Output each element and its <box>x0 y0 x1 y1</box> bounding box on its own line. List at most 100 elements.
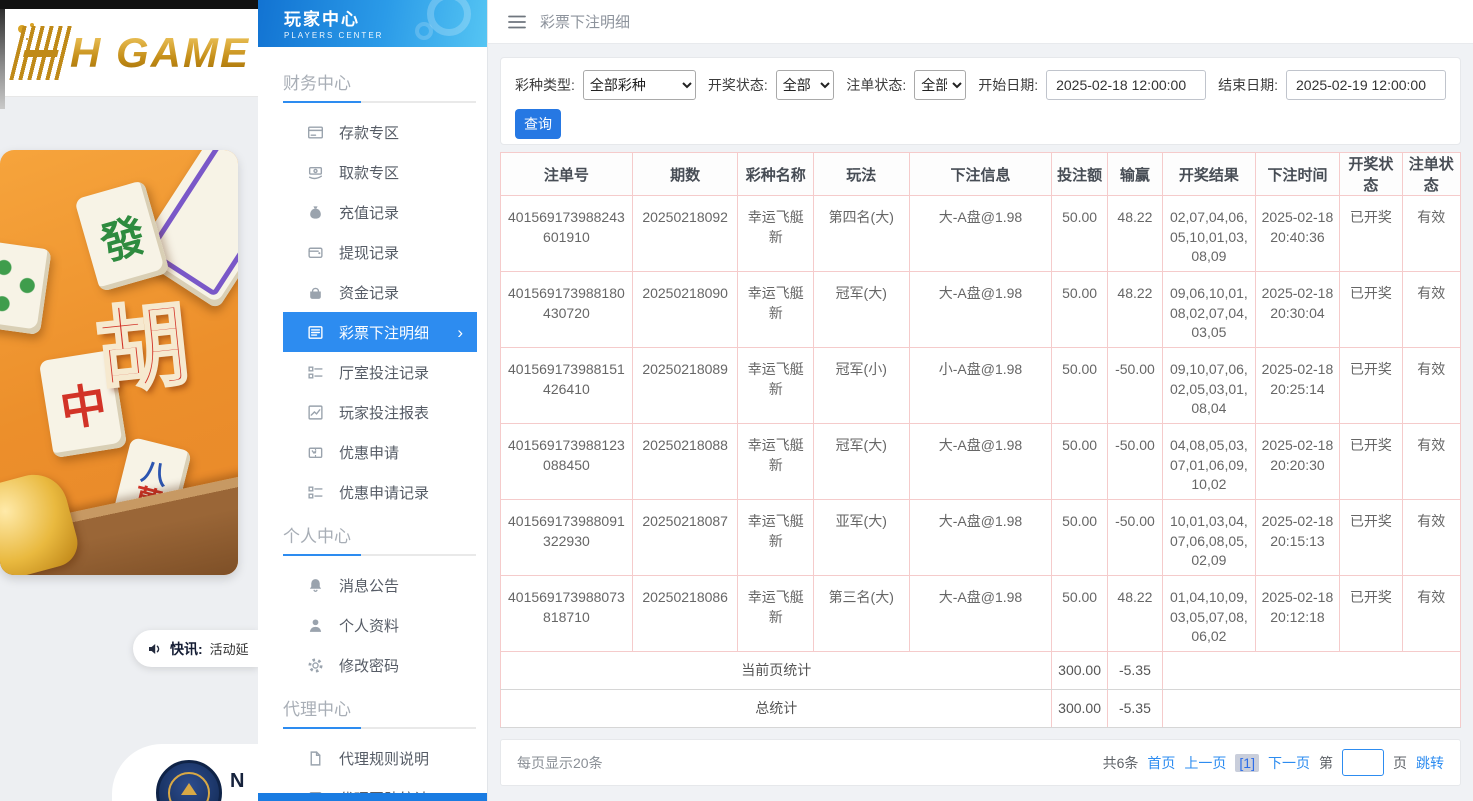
table-cell: -50.00 <box>1107 424 1162 500</box>
jump-prefix: 第 <box>1319 753 1333 773</box>
sidebar-item[interactable]: 存款专区 <box>283 112 477 152</box>
user-icon <box>307 617 324 634</box>
lottery-type-label: 彩种类型: <box>515 75 575 95</box>
site-logo-band: H GAME <box>0 9 258 97</box>
bottom-card: N <box>112 744 258 801</box>
table-cell: 大-A盘@1.98 <box>909 424 1052 500</box>
sidebar-bottom-strip <box>258 793 487 801</box>
column-header: 彩种名称 <box>738 153 813 196</box>
next-page-link[interactable]: 下一页 <box>1268 753 1310 773</box>
table-cell: 401569173988091322930 <box>501 500 633 576</box>
table-cell: 有效 <box>1402 272 1460 348</box>
sidebar-item[interactable]: 个人资料 <box>283 605 477 645</box>
gold-ornament <box>0 467 83 575</box>
table-cell: 2025-02-18 20:40:36 <box>1255 196 1340 272</box>
sidebar-item-label: 代理规则说明 <box>339 748 429 769</box>
end-date-input[interactable] <box>1286 70 1446 100</box>
table-cell: 401569173988151426410 <box>501 348 633 424</box>
current-page[interactable]: [1] <box>1235 754 1259 772</box>
table-cell: 大-A盘@1.98 <box>909 500 1052 576</box>
table-cell: 亚军(大) <box>813 500 909 576</box>
table-cell: 幸运飞艇新 <box>738 348 813 424</box>
table-cell: 20250218088 <box>632 424 738 500</box>
club-logo <box>156 760 222 801</box>
table-cell: 大-A盘@1.98 <box>909 272 1052 348</box>
total-count: 共6条 <box>1103 753 1139 773</box>
table-cell: 2025-02-18 20:12:18 <box>1255 576 1340 652</box>
chevron-right-icon: › <box>457 324 463 341</box>
first-page-link[interactable]: 首页 <box>1147 753 1175 773</box>
table-cell: 小-A盘@1.98 <box>909 348 1052 424</box>
table-cell: 50.00 <box>1052 348 1107 424</box>
deposit-icon <box>307 124 324 141</box>
table-cell: -50.00 <box>1107 500 1162 576</box>
column-header: 下注信息 <box>909 153 1052 196</box>
section-divider <box>283 554 476 556</box>
prev-page-link[interactable]: 上一页 <box>1184 753 1226 773</box>
pagination-bar: 每页显示20条 共6条 首页 上一页 [1] 下一页 第 页 跳转 <box>500 739 1461 786</box>
order-status-select[interactable]: 全部 <box>914 70 966 100</box>
column-header: 下注时间 <box>1255 153 1340 196</box>
hh-game-logo[interactable]: H GAME <box>10 26 250 80</box>
sidebar-item[interactable]: 优惠申请记录 <box>283 472 477 512</box>
promo-apply-icon <box>307 444 324 461</box>
table-cell: 2025-02-18 20:20:30 <box>1255 424 1340 500</box>
sidebar-item[interactable]: 消息公告 <box>283 565 477 605</box>
section-divider <box>283 727 476 729</box>
draw-status-select[interactable]: 全部 <box>776 70 835 100</box>
table-cell: 50.00 <box>1052 500 1107 576</box>
bell-icon <box>307 577 324 594</box>
table-cell: 50.00 <box>1052 576 1107 652</box>
start-date-input[interactable] <box>1046 70 1206 100</box>
sidebar-item-label: 消息公告 <box>339 575 399 596</box>
tile-char: 發 <box>92 199 152 273</box>
table-cell: 大-A盘@1.98 <box>909 196 1052 272</box>
table-cell: 有效 <box>1402 348 1460 424</box>
summary-row: 总统计300.00-5.35 <box>501 690 1461 728</box>
sidebar-item-label: 存款专区 <box>339 122 399 143</box>
bets-table: 注单号期数彩种名称玩法下注信息投注额输赢开奖结果下注时间开奖状态注单状态 401… <box>500 152 1461 728</box>
column-header: 输赢 <box>1107 153 1162 196</box>
sidebar-item[interactable]: 彩票下注明细› <box>283 312 477 352</box>
table-row: 40156917398807381871020250218086幸运飞艇新第三名… <box>501 576 1461 652</box>
logo-h-bars-icon <box>9 26 74 80</box>
summary-bet-total: 300.00 <box>1052 652 1107 690</box>
summary-label: 总统计 <box>501 690 1052 728</box>
page-jump-input[interactable] <box>1342 749 1384 776</box>
sidebar-item[interactable]: 玩家投注报表 <box>283 392 477 432</box>
site-left-edge <box>0 9 5 109</box>
table-cell: 401569173988123088450 <box>501 424 633 500</box>
sidebar-item[interactable]: 提现记录 <box>283 232 477 272</box>
page-size-text: 每页显示20条 <box>517 753 603 773</box>
table-cell: 已开奖 <box>1340 576 1402 652</box>
table-cell: 已开奖 <box>1340 500 1402 576</box>
table-cell: 02,07,04,06,05,10,01,03,08,09 <box>1163 196 1256 272</box>
lottery-detail-icon <box>307 324 324 341</box>
funds-record-icon <box>307 284 324 301</box>
sidebar-item[interactable]: 代理规则说明 <box>283 738 477 778</box>
sidebar-item[interactable]: 资金记录 <box>283 272 477 312</box>
sidebar-item[interactable]: 取款专区 <box>283 152 477 192</box>
jump-button[interactable]: 跳转 <box>1416 753 1444 773</box>
table-cell: 幸运飞艇新 <box>738 424 813 500</box>
table-cell: 2025-02-18 20:15:13 <box>1255 500 1340 576</box>
mahjong-banner: 發 中 八 萬 胡 <box>0 150 238 575</box>
speaker-icon <box>147 641 163 657</box>
menu-toggle-icon[interactable] <box>508 15 526 29</box>
table-cell: 2025-02-18 20:25:14 <box>1255 348 1340 424</box>
table-cell: 冠军(大) <box>813 424 909 500</box>
sidebar-item[interactable]: 厅室投注记录 <box>283 352 477 392</box>
lottery-type-select[interactable]: 全部彩种 <box>583 70 696 100</box>
news-ticker[interactable]: 快讯: 活动延 <box>133 630 258 667</box>
query-button[interactable]: 查询 <box>515 109 561 139</box>
sidebar-item-label: 提现记录 <box>339 242 399 263</box>
sidebar-item[interactable]: 充值记录 <box>283 192 477 232</box>
site-top-strip <box>0 0 258 9</box>
summary-winloss-total: -5.35 <box>1107 690 1162 728</box>
table-cell: 20250218087 <box>632 500 738 576</box>
club-letter: N <box>230 770 244 793</box>
column-header: 开奖状态 <box>1340 153 1402 196</box>
sidebar-item[interactable]: 优惠申请 <box>283 432 477 472</box>
sidebar-item[interactable]: 修改密码 <box>283 645 477 685</box>
table-cell: 已开奖 <box>1340 272 1402 348</box>
